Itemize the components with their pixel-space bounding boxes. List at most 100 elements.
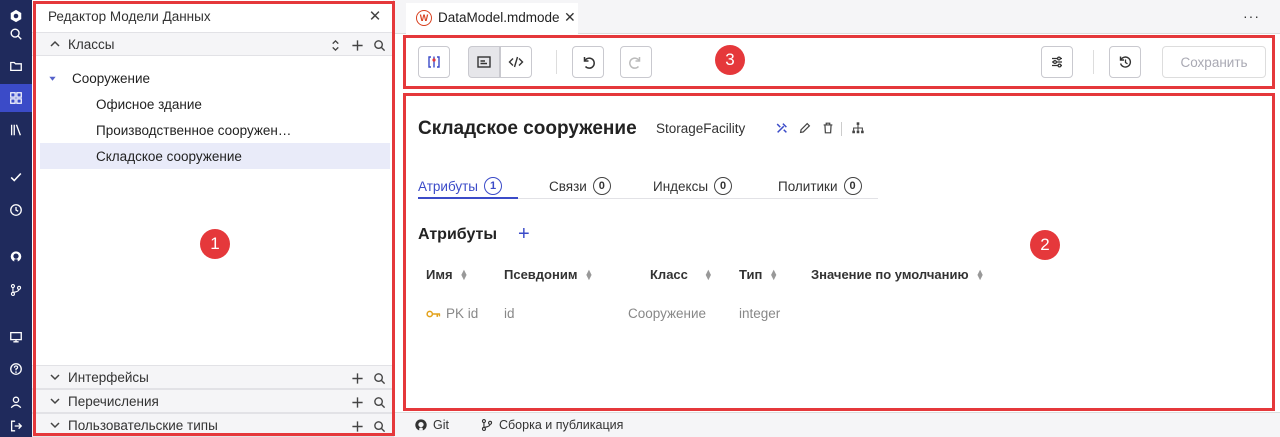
logout-icon[interactable] [0, 412, 32, 437]
clock-icon[interactable] [0, 196, 32, 224]
editor-tab-title: DataModel.mdmodel [438, 10, 560, 25]
save-button[interactable]: Сохранить [1162, 46, 1266, 78]
column-header-name-label: Имя [426, 267, 453, 282]
tab-policies-count: 0 [843, 177, 862, 195]
search-classes-icon[interactable] [370, 36, 388, 54]
chevron-down-icon [48, 370, 62, 384]
tab-indexes[interactable]: Индексы 0 [653, 174, 733, 198]
hierarchy-icon[interactable] [850, 120, 866, 136]
more-actions-button[interactable]: ··· [1243, 8, 1260, 24]
add-class-icon[interactable] [348, 36, 366, 54]
tab-attributes-label: Атрибуты [418, 178, 479, 194]
tab-policies[interactable]: Политики 0 [778, 174, 862, 198]
tools-icon[interactable] [774, 120, 790, 136]
chevron-up-icon [48, 37, 62, 51]
check-icon[interactable] [0, 163, 32, 191]
table-row[interactable]: PK id [426, 306, 478, 321]
tree-item-child[interactable]: Производственное сооружен… [40, 117, 390, 143]
action-divider [841, 122, 842, 136]
attribute-name: PK id [446, 306, 479, 321]
section-enums-label: Перечисления [68, 393, 159, 409]
monitor-icon[interactable] [0, 323, 32, 351]
column-header-type-label: Тип [739, 267, 763, 282]
tree-item-root-label: Сооружение [72, 70, 151, 86]
status-bar: Git Сборка и публикация [394, 412, 1280, 437]
tab-relations[interactable]: Связи 0 [549, 174, 611, 198]
primary-key-icon [426, 309, 441, 319]
library-icon[interactable] [0, 116, 32, 144]
column-header-type[interactable]: Тип ▲ ▼ [739, 267, 778, 282]
github-icon[interactable] [0, 243, 32, 271]
column-header-name[interactable]: Имя ▲ ▼ [426, 267, 468, 282]
caret-down-icon [48, 74, 62, 83]
redo-icon [629, 57, 641, 69]
section-interfaces[interactable]: Интерфейсы [32, 365, 394, 389]
git-status-item[interactable]: Git [414, 418, 449, 432]
github-icon [415, 419, 427, 431]
expand-collapse-icon[interactable] [326, 36, 344, 54]
folder-icon[interactable] [0, 52, 32, 80]
toolbar-divider [1093, 50, 1094, 74]
git-branch-icon [481, 419, 493, 431]
search-interfaces-icon[interactable] [370, 369, 388, 387]
tab-indexes-count: 0 [714, 177, 733, 195]
sort-icon: ▲ ▼ [769, 266, 779, 282]
settings-button[interactable] [1041, 46, 1073, 78]
attribute-type: integer [739, 306, 781, 321]
tab-indexes-label: Индексы [653, 178, 709, 194]
data-model-icon[interactable] [0, 84, 32, 112]
annotation-number-3: 3 [715, 45, 745, 75]
sliders-icon [1052, 56, 1062, 68]
redo-button[interactable] [620, 46, 652, 78]
editor-tab-datamodel[interactable]: W DataModel.mdmodel ✕ [406, 3, 578, 34]
build-publish-label: Сборка и публикация [499, 418, 624, 432]
tab-policies-label: Политики [778, 178, 838, 194]
code-icon [508, 56, 524, 68]
sort-icon: ▲ ▼ [459, 266, 469, 282]
undo-icon [583, 57, 595, 69]
attribute-class: Сооружение [628, 306, 707, 321]
tab-attributes[interactable]: Атрибуты 1 [418, 174, 503, 198]
column-header-alias[interactable]: Псевдоним ▲ ▼ [504, 267, 593, 282]
annotation-number-1: 1 [200, 229, 230, 259]
git-branch-icon[interactable] [0, 276, 32, 304]
editor-tab-bar: W DataModel.mdmodel ✕ ··· [394, 0, 1280, 34]
section-user-types-label: Пользовательские типы [68, 417, 218, 433]
search-icon[interactable] [0, 20, 32, 48]
tree-item-root[interactable]: Сооружение [48, 65, 388, 91]
file-type-icon: W [416, 9, 432, 26]
tree-item-child[interactable]: Офисное здание [40, 91, 390, 117]
close-sidebar-button[interactable]: ✕ [365, 6, 385, 26]
search-enums-icon[interactable] [370, 393, 388, 411]
sort-icon: ▲ ▼ [703, 266, 713, 282]
data-model-sidebar: Редактор Модели Данных ✕ Классы Сооружен… [32, 0, 394, 437]
add-attribute-button[interactable]: + [518, 224, 530, 244]
add-enum-icon[interactable] [348, 393, 366, 411]
column-header-class[interactable]: Класс ▲ ▼ [650, 267, 713, 282]
help-icon[interactable] [0, 355, 32, 383]
toolbar-divider [556, 50, 557, 74]
add-interface-icon[interactable] [348, 369, 366, 387]
split-view-button[interactable] [418, 46, 450, 78]
editor-toolbar: Сохранить [404, 36, 1274, 88]
sort-icon: ▲ ▼ [584, 266, 594, 282]
section-user-types[interactable]: Пользовательские типы [32, 413, 394, 437]
edit-icon[interactable] [797, 120, 813, 136]
column-header-default[interactable]: Значение по умолчанию ▲ ▼ [811, 267, 984, 282]
section-enums[interactable]: Перечисления [32, 389, 394, 413]
active-tab-indicator [418, 197, 518, 199]
add-user-type-icon[interactable] [348, 417, 366, 435]
section-classes[interactable]: Классы [32, 32, 394, 56]
code-mode-button[interactable] [500, 46, 532, 78]
section-classes-label: Классы [68, 36, 115, 52]
build-publish-item[interactable]: Сборка и публикация [480, 418, 623, 432]
undo-button[interactable] [572, 46, 604, 78]
class-technical-name: StorageFacility [656, 121, 746, 136]
close-tab-button[interactable]: ✕ [564, 9, 576, 26]
delete-icon[interactable] [820, 120, 836, 136]
search-user-types-icon[interactable] [370, 417, 388, 435]
visual-mode-button[interactable] [468, 46, 500, 78]
history-button[interactable] [1109, 46, 1141, 78]
app-window: Редактор Модели Данных ✕ Классы Сооружен… [0, 0, 1280, 437]
tree-item-child-selected[interactable]: Складское сооружение [40, 143, 390, 169]
